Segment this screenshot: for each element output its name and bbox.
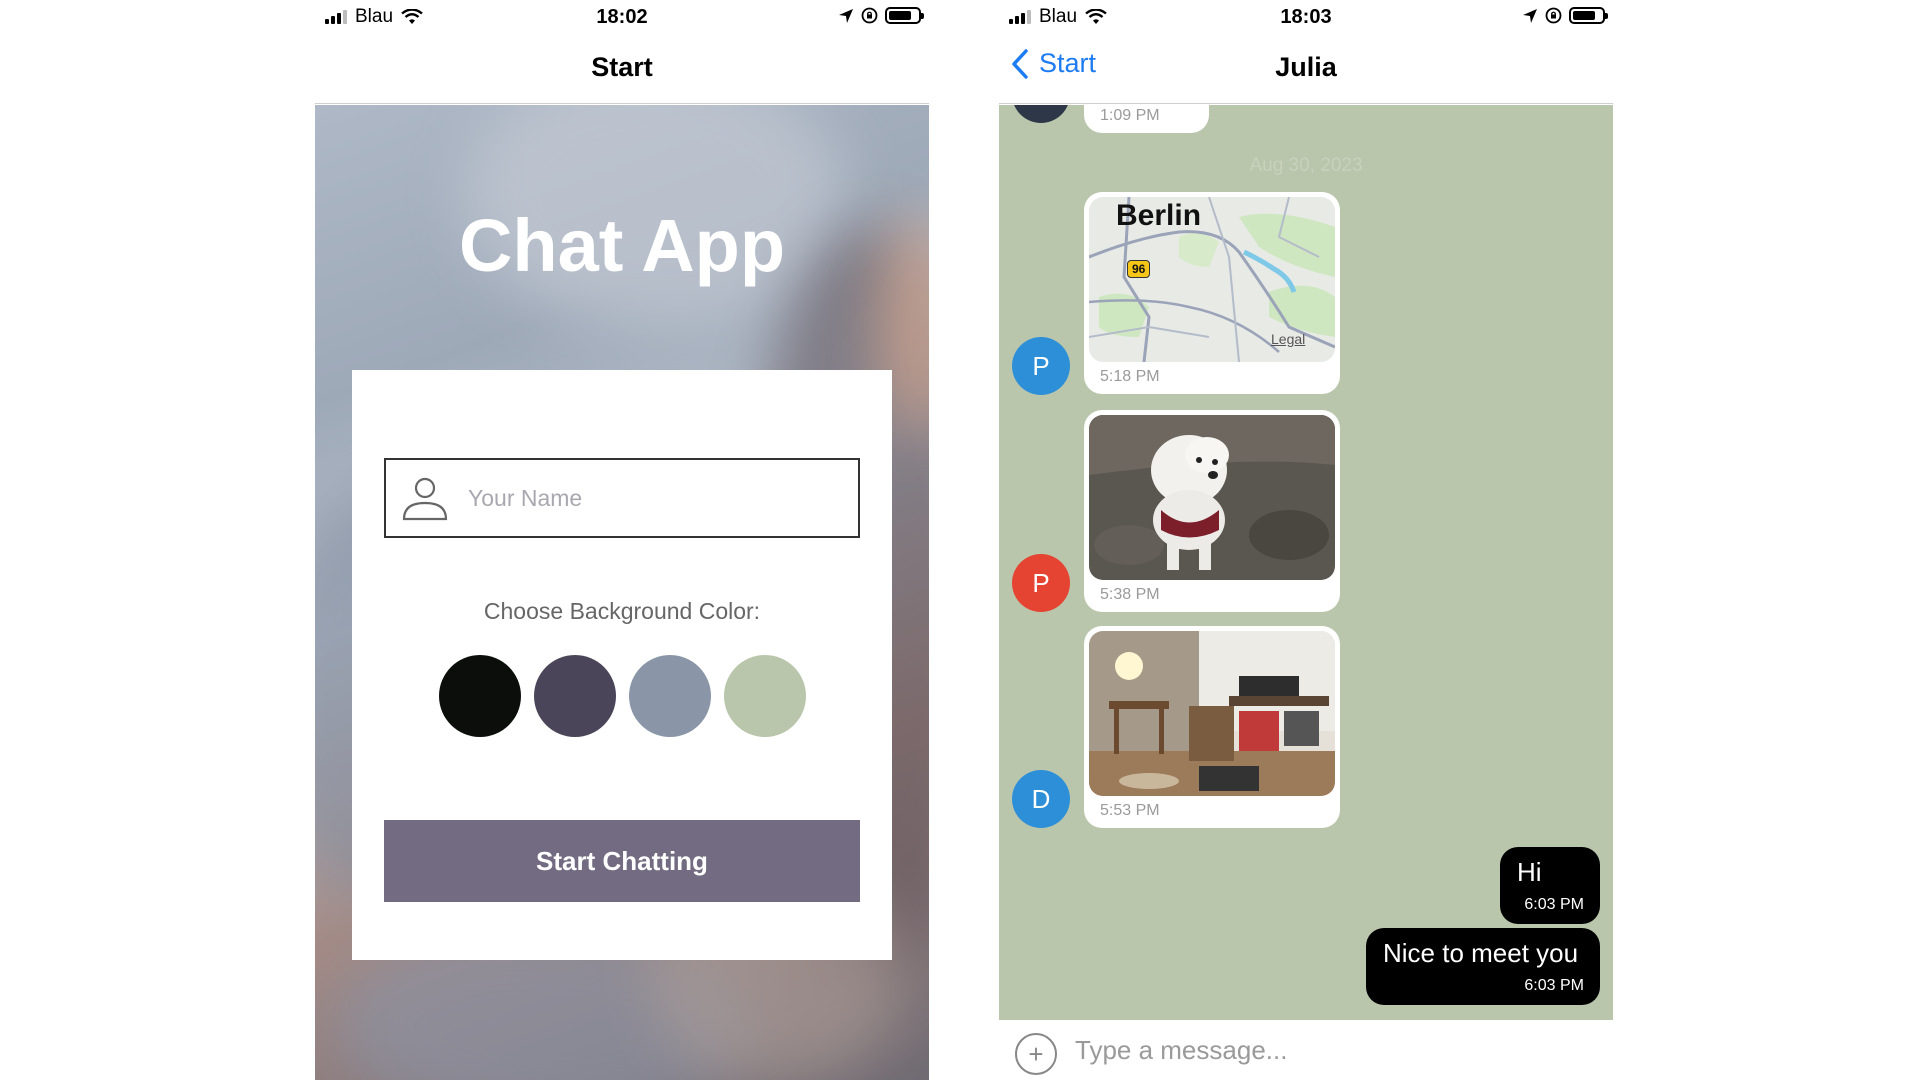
message-composer: + (999, 1020, 1613, 1080)
color-swatch-green[interactable] (724, 655, 806, 737)
road-badge: 96 (1127, 260, 1151, 278)
message-input[interactable] (1075, 1028, 1595, 1072)
status-time: 18:03 (1280, 6, 1332, 28)
chat-title: Julia (1275, 52, 1337, 82)
orientation-lock-icon (861, 7, 878, 24)
message-text: Nice to meet you (1383, 938, 1579, 968)
message-time: 5:53 PM (1100, 802, 1160, 819)
map-thumbnail[interactable]: Berlin 96 Legal (1089, 197, 1335, 362)
map-legal-link[interactable]: Legal (1271, 331, 1305, 347)
color-swatch-purple[interactable] (534, 655, 616, 737)
start-screen: Blau 18:02 Start Chat App Your Name Choo… (315, 0, 929, 1080)
message-time: 5:18 PM (1100, 368, 1160, 385)
avatar[interactable] (1012, 105, 1070, 123)
nav-title: Start (591, 52, 653, 82)
avatar[interactable]: P (1012, 337, 1070, 395)
person-icon (402, 477, 448, 521)
avatar[interactable]: P (1012, 554, 1070, 612)
message-time: 5:38 PM (1100, 586, 1160, 603)
date-separator: Aug 30, 2023 (1249, 155, 1363, 176)
location-message[interactable]: Berlin 96 Legal 5:18 PM (1084, 192, 1340, 394)
battery-icon (1569, 7, 1608, 24)
color-swatch-blue-gray[interactable] (629, 655, 711, 737)
name-field[interactable] (384, 458, 860, 538)
image-message[interactable]: 5:38 PM (1084, 410, 1340, 612)
message-text: Hi (1517, 857, 1542, 887)
battery-icon (885, 7, 924, 24)
own-message[interactable]: Hi 6:03 PM (1500, 847, 1600, 924)
navigation-bar: Start (315, 34, 929, 104)
name-input[interactable] (468, 484, 848, 512)
location-arrow-icon (839, 8, 853, 23)
orientation-lock-icon (1545, 7, 1562, 24)
add-attachment-button[interactable]: + (1015, 1033, 1057, 1075)
dog-photo[interactable] (1089, 415, 1335, 580)
location-arrow-icon (1523, 8, 1537, 23)
message-time: 6:03 PM (1524, 896, 1584, 913)
color-swatches (439, 655, 806, 737)
plus-icon: + (1028, 1038, 1044, 1069)
chat-screen: Blau 18:03 Start Julia 1:09 PM Aug 30, 2… (999, 0, 1613, 1080)
message-time: 1:09 PM (1100, 107, 1160, 124)
status-bar: Blau 18:02 (315, 0, 929, 34)
color-swatch-black[interactable] (439, 655, 521, 737)
navigation-bar: Start Julia (999, 34, 1613, 104)
start-chatting-button[interactable]: Start Chatting (384, 820, 860, 902)
choose-color-label: Choose Background Color: (483, 598, 761, 624)
status-bar: Blau 18:03 (999, 0, 1613, 34)
own-message[interactable]: Nice to meet you 6:03 PM (1366, 928, 1600, 1005)
status-time: 18:02 (596, 6, 648, 28)
avatar[interactable]: D (1012, 770, 1070, 828)
screenshot-pair: Blau 18:02 Start Chat App Your Name Choo… (0, 0, 1920, 1080)
chat-messages[interactable]: 1:09 PM Aug 30, 2023 P Berlin 96 Legal 5… (999, 105, 1613, 1020)
background-image: Chat App Choose Background Color: (315, 105, 929, 1080)
login-panel: Choose Background Color: Start Chatting (352, 370, 892, 960)
message-bubble[interactable]: 1:09 PM (1084, 105, 1209, 133)
image-message[interactable]: 5:53 PM (1084, 626, 1340, 828)
app-title: Chat App (458, 204, 786, 287)
room-photo[interactable] (1089, 631, 1335, 796)
map-city-label: Berlin (1116, 199, 1202, 232)
message-time: 6:03 PM (1524, 977, 1584, 994)
